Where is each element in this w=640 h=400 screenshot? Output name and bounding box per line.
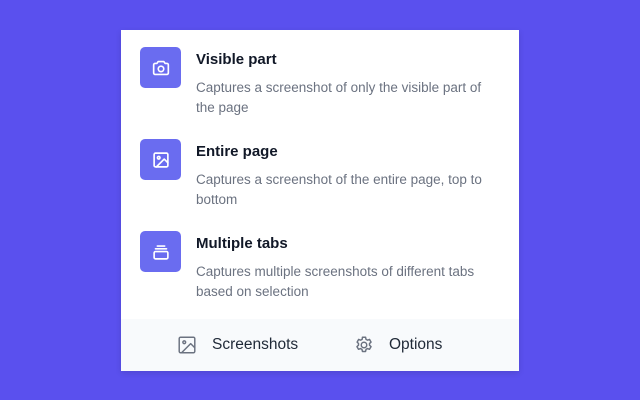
- option-entire-page[interactable]: Entire page Captures a screenshot of the…: [140, 139, 505, 210]
- screenshots-label: Screenshots: [212, 336, 299, 353]
- screenshots-button[interactable]: Screenshots: [176, 319, 298, 371]
- option-title: Entire page: [196, 143, 278, 160]
- option-visible-part[interactable]: Visible part Captures a screenshot of on…: [140, 47, 505, 118]
- image-icon: [140, 139, 181, 180]
- option-description: Captures multiple screenshots of differe…: [196, 264, 475, 299]
- option-multiple-tabs[interactable]: Multiple tabs Captures multiple screensh…: [140, 231, 505, 302]
- option-description: Captures a screenshot of the entire page…: [196, 172, 482, 207]
- gear-icon: [353, 334, 375, 356]
- tabs-stack-icon: [140, 231, 181, 272]
- option-title: Multiple tabs: [196, 235, 288, 252]
- footer-bar: Screenshots Options: [121, 319, 519, 371]
- options-label: Options: [389, 336, 443, 353]
- camera-icon: [140, 47, 181, 88]
- options-button[interactable]: Options: [353, 319, 442, 371]
- option-title: Visible part: [196, 51, 277, 68]
- option-description: Captures a screenshot of only the visibl…: [196, 80, 482, 115]
- capture-menu-panel: Visible part Captures a screenshot of on…: [121, 30, 519, 371]
- image-icon: [176, 334, 198, 356]
